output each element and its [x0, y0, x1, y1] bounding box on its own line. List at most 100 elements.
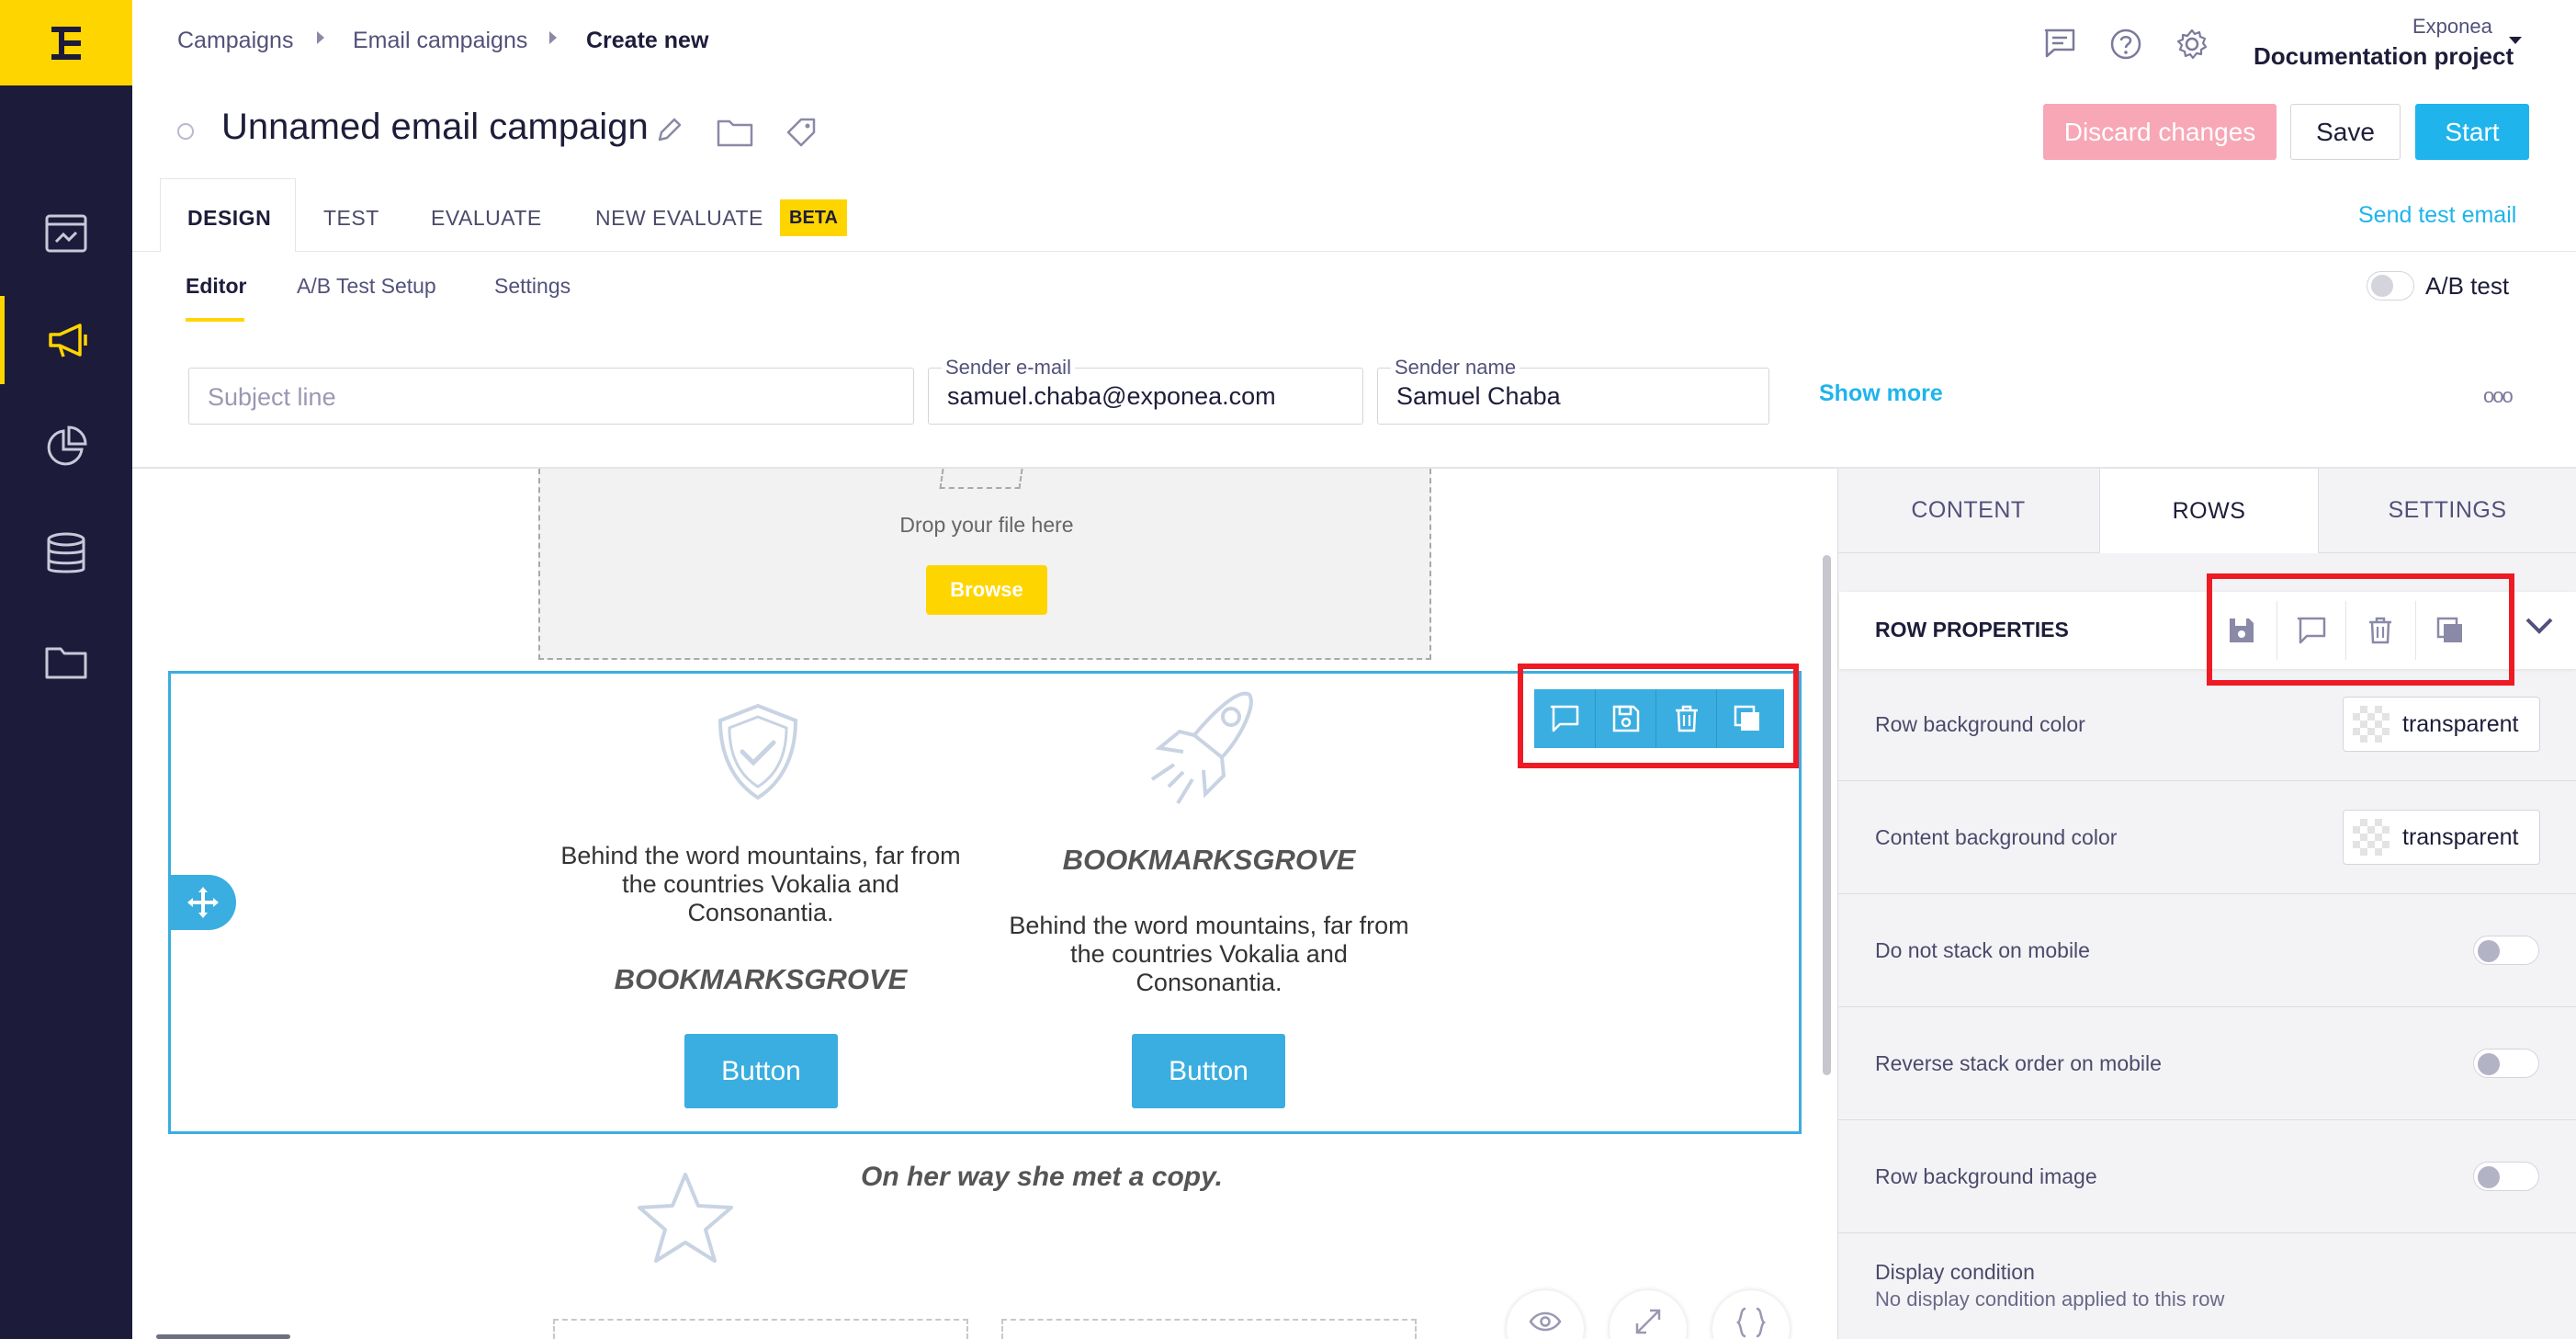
ab-test-toggle[interactable]	[2367, 271, 2414, 301]
settings-button[interactable]	[2175, 28, 2209, 65]
subject-line-input[interactable]: Subject line	[188, 368, 914, 425]
nav-analytics[interactable]	[0, 403, 132, 491]
content-bg-color-picker[interactable]: transparent	[2343, 810, 2540, 865]
help-icon	[2110, 28, 2141, 60]
column-1-text-line: Behind the word mountains, far from	[560, 842, 961, 869]
tags-button[interactable]	[785, 116, 818, 153]
comments-button[interactable]	[2043, 28, 2076, 63]
row-save-button[interactable]	[1595, 689, 1655, 748]
help-button[interactable]	[2109, 28, 2142, 65]
send-test-email-link[interactable]: Send test email	[2358, 202, 2516, 229]
toggle-knob	[2478, 1053, 2500, 1075]
transparent-swatch	[2353, 819, 2390, 856]
panel-tab-rows[interactable]: ROWS	[2099, 469, 2319, 553]
chevron-right-icon	[549, 31, 557, 44]
campaign-title[interactable]: Unnamed email campaign	[221, 107, 649, 148]
bg-image-label: Row background image	[1875, 1164, 2097, 1188]
project-selector[interactable]: Documentation project	[2254, 42, 2514, 71]
reverse-stack-toggle[interactable]	[2473, 1049, 2539, 1078]
tab-evaluate[interactable]: EVALUATE	[431, 184, 542, 252]
caret-down-icon[interactable]	[2509, 37, 2522, 44]
image-placeholder-icon	[939, 469, 1023, 489]
beta-badge: BETA	[780, 199, 847, 236]
discard-changes-button[interactable]: Discard changes	[2043, 104, 2277, 160]
comment-icon	[1550, 705, 1579, 732]
column-2-button[interactable]: Button	[1132, 1034, 1285, 1108]
row-duplicate-button[interactable]	[1716, 689, 1777, 748]
breadcrumb-email-campaigns[interactable]: Email campaigns	[353, 28, 527, 54]
column-1-heading: BOOKMARKSGROVE	[614, 963, 908, 995]
nav-campaigns[interactable]	[0, 296, 132, 384]
horizontal-scrollbar[interactable]	[156, 1334, 290, 1339]
column-2-text-line: Behind the word mountains, far from	[1009, 912, 1409, 939]
nav-data[interactable]	[0, 510, 132, 598]
row-properties-title: ROW PROPERTIES	[1875, 618, 2069, 641]
megaphone-icon	[48, 323, 87, 357]
column-1-button[interactable]: Button	[684, 1034, 838, 1108]
move-icon	[187, 887, 219, 918]
row-bg-color-picker[interactable]: transparent	[2343, 697, 2540, 752]
content-bg-color-value: transparent	[2402, 823, 2519, 850]
editor-scrollbar[interactable]	[1823, 555, 1831, 1075]
toggle-knob	[2478, 1166, 2500, 1188]
tab-design[interactable]: DESIGN	[187, 184, 271, 252]
subject-placeholder: Subject line	[208, 383, 336, 411]
shield-check-icon	[717, 703, 798, 800]
tab-test[interactable]: TEST	[323, 184, 379, 252]
image-drop-zone[interactable]: Drop your file here Browse	[538, 469, 1431, 660]
display-condition-row[interactable]: Display condition No display condition a…	[1837, 1234, 2576, 1339]
save-button[interactable]: Save	[2290, 104, 2401, 160]
ab-test-label: A/B test	[2425, 272, 2510, 300]
column-2-text-line: Consonantia.	[1135, 969, 1282, 996]
sender-name-value: Samuel Chaba	[1396, 382, 1561, 410]
exponea-logo[interactable]	[0, 0, 132, 85]
no-stack-row: Do not stack on mobile	[1837, 895, 2576, 1007]
nav-assets[interactable]	[0, 618, 132, 706]
sender-email-value: samuel.chaba@exponea.com	[947, 382, 1276, 410]
subtab-settings[interactable]: Settings	[494, 274, 571, 299]
row-delete-button[interactable]	[1655, 689, 1716, 748]
tab-new-evaluate[interactable]: NEW EVALUATE	[595, 184, 763, 252]
row-comment-button[interactable]	[1534, 689, 1595, 748]
row-bg-color-row: Row background color transparent	[1837, 669, 2576, 781]
chevron-down-icon	[2525, 618, 2553, 634]
row-bg-color-label: Row background color	[1875, 712, 2085, 736]
toggle-knob	[2478, 940, 2500, 962]
show-more-link[interactable]: Show more	[1819, 380, 1943, 407]
browse-button[interactable]: Browse	[926, 565, 1047, 615]
breadcrumb-campaigns[interactable]: Campaigns	[177, 28, 293, 54]
subtab-editor[interactable]: Editor	[186, 274, 246, 299]
column-1-body: Behind the word mountains, far from the …	[531, 842, 990, 927]
database-icon	[47, 532, 85, 573]
org-name: Exponea	[2412, 15, 2492, 38]
row-toolbar	[1534, 689, 1784, 748]
column-1-text-line: the countries Vokalia and	[622, 870, 899, 898]
chevron-right-icon	[317, 31, 324, 44]
row-drag-handle[interactable]	[170, 875, 236, 930]
panel-tab-content[interactable]: CONTENT	[1837, 469, 2099, 553]
gear-icon	[2176, 28, 2208, 60]
sender-email-field[interactable]: Sender e-mail samuel.chaba@exponea.com	[928, 356, 1363, 425]
row-bg-color-value: transparent	[2402, 710, 2519, 737]
move-folder-button[interactable]	[717, 118, 753, 152]
column-2-text-line: the countries Vokalia and	[1070, 940, 1348, 968]
start-button[interactable]: Start	[2415, 104, 2529, 160]
reverse-stack-label: Reverse stack order on mobile	[1875, 1051, 2162, 1075]
nav-dashboards[interactable]	[0, 189, 132, 278]
sender-name-field[interactable]: Sender name Samuel Chaba	[1377, 356, 1769, 425]
column-1-text-line: Consonantia.	[687, 899, 834, 926]
drop-file-text: Drop your file here	[899, 513, 1074, 537]
pie-chart-icon	[47, 426, 87, 466]
pencil-icon	[658, 118, 682, 142]
no-stack-toggle[interactable]	[2473, 936, 2539, 965]
tag-icon	[786, 118, 816, 147]
panel-tab-settings[interactable]: SETTINGS	[2319, 469, 2576, 553]
more-options-button[interactable]: ooo	[2483, 384, 2514, 408]
collapse-button[interactable]	[2524, 616, 2555, 641]
subtab-ab-setup[interactable]: A/B Test Setup	[297, 274, 436, 299]
bg-image-toggle[interactable]	[2473, 1162, 2539, 1191]
breadcrumb-current: Create new	[586, 28, 709, 53]
edit-title-button[interactable]	[656, 116, 684, 148]
folder-icon	[717, 119, 753, 147]
display-condition-label: Display condition	[1875, 1260, 2035, 1284]
